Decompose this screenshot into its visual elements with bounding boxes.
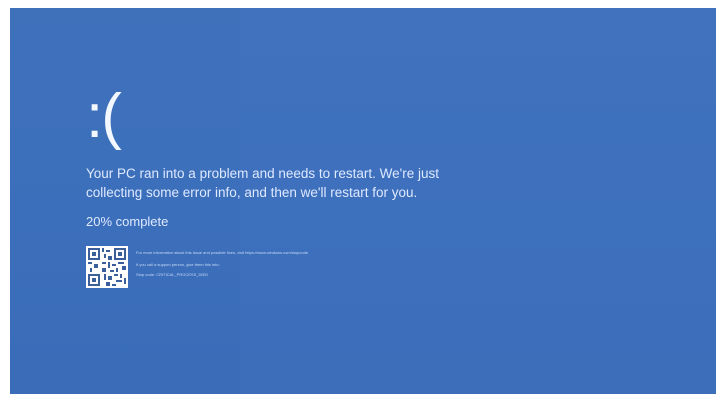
stop-code-text: Stop code: CRITICAL_PROCESS_DIED bbox=[136, 272, 209, 277]
more-info-text: For more information about this issue an… bbox=[136, 250, 309, 255]
info-row: For more information about this issue an… bbox=[86, 246, 486, 288]
sad-face-emoticon: :( bbox=[86, 82, 122, 151]
qr-code-icon bbox=[86, 246, 128, 288]
error-message: Your PC ran into a problem and needs to … bbox=[86, 166, 440, 200]
info-lines: For more information about this issue an… bbox=[136, 246, 308, 282]
support-text: If you call a support person, give them … bbox=[136, 262, 220, 267]
bsod-content: :( Your PC ran into a problem and needs … bbox=[86, 86, 486, 288]
qr-code-graphic bbox=[86, 246, 128, 288]
progress-status: 20% complete bbox=[86, 214, 169, 229]
bsod-screen: :( Your PC ran into a problem and needs … bbox=[10, 8, 716, 394]
